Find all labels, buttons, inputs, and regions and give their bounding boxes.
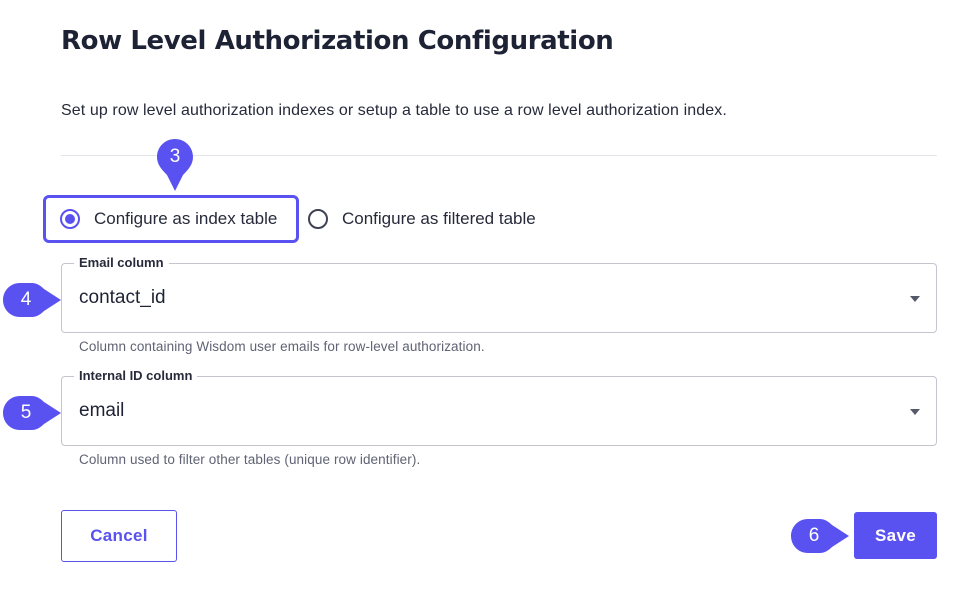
- page-title: Row Level Authorization Configuration: [61, 26, 614, 56]
- email-column-helper: Column containing Wisdom user emails for…: [79, 339, 485, 354]
- internal-id-column-select[interactable]: Internal ID column email: [61, 368, 937, 446]
- step-marker-6: 6: [790, 518, 849, 554]
- internal-id-column-value: email: [79, 400, 125, 421]
- cancel-button[interactable]: Cancel: [61, 510, 177, 562]
- dropdown-arrow-icon[interactable]: [910, 296, 920, 302]
- radio-unselected-icon[interactable]: [308, 209, 328, 229]
- internal-id-column-helper: Column used to filter other tables (uniq…: [79, 452, 421, 467]
- step-marker-number: 5: [20, 402, 32, 423]
- step-marker-5: 5: [2, 395, 61, 431]
- email-column-value: contact_id: [79, 287, 166, 308]
- radio-label-index-table: Configure as index table: [94, 209, 278, 228]
- step-marker-4: 4: [2, 282, 61, 318]
- radio-label-filtered-table: Configure as filtered table: [342, 209, 536, 228]
- email-column-label: Email column: [74, 255, 169, 271]
- step-marker-number: 6: [808, 525, 820, 546]
- dropdown-arrow-icon[interactable]: [910, 409, 920, 415]
- save-button[interactable]: Save: [854, 512, 937, 559]
- step-marker-3: 3: [155, 137, 195, 193]
- radio-option-index-table[interactable]: Configure as index table: [60, 209, 277, 229]
- internal-id-column-label: Internal ID column: [74, 368, 198, 384]
- step-marker-number: 3: [169, 146, 181, 167]
- page-description: Set up row level authorization indexes o…: [61, 102, 727, 119]
- email-column-select[interactable]: Email column contact_id: [61, 255, 937, 333]
- step-marker-number: 4: [20, 289, 32, 310]
- radio-option-filtered-table[interactable]: Configure as filtered table: [308, 209, 536, 229]
- radio-selected-icon[interactable]: [60, 209, 80, 229]
